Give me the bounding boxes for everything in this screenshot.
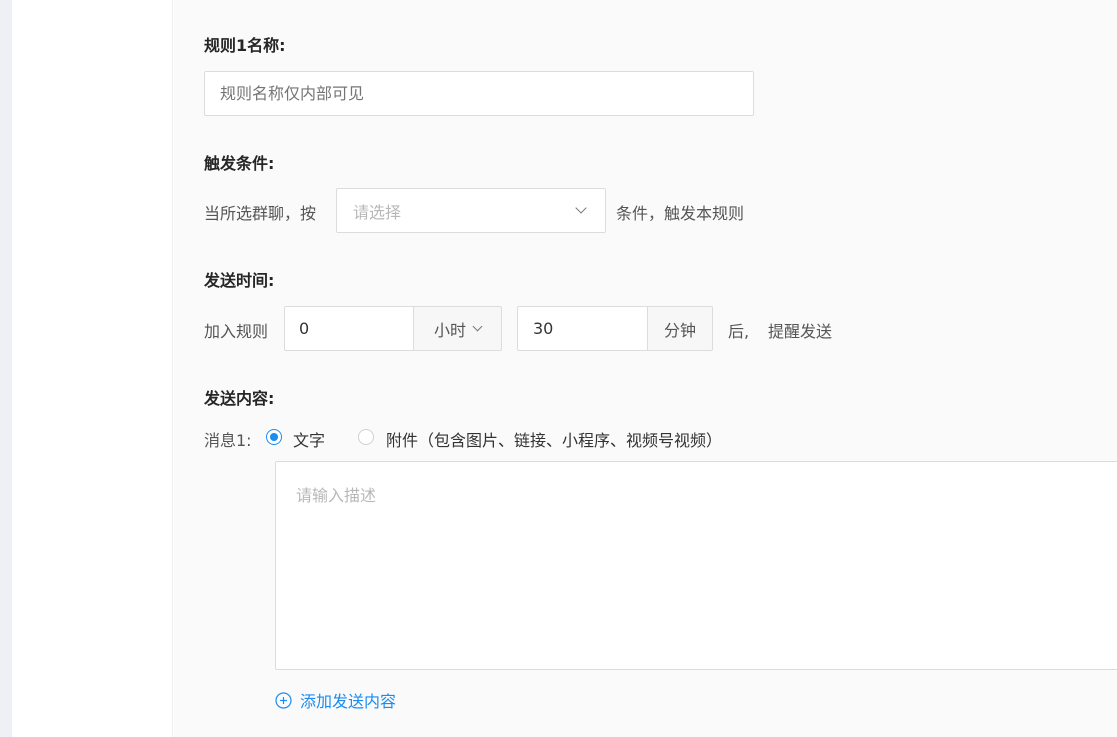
trigger-prefix: 当所选群聊，按: [204, 204, 317, 223]
hours-input[interactable]: 0: [284, 306, 414, 351]
send-time-prefix: 加入规则: [204, 322, 269, 341]
radio-attachment[interactable]: [358, 429, 374, 445]
send-time-suffix-1: 后,: [728, 322, 750, 341]
radio-attachment-label[interactable]: 附件（包含图片、链接、小程序、视频号视频）: [386, 427, 722, 451]
minutes-value: 30: [533, 319, 554, 338]
rule-name-input[interactable]: [204, 71, 754, 116]
textarea-placeholder: 请输入描述: [296, 486, 377, 505]
left-edge-strip: [0, 0, 12, 737]
add-content-label: 添加发送内容: [300, 692, 397, 711]
send-content-label: 发送内容:: [204, 389, 275, 408]
radio-text-label[interactable]: 文字: [293, 427, 325, 451]
chevron-down-icon: [575, 202, 587, 214]
add-content-button[interactable]: 添加发送内容: [275, 688, 396, 712]
send-time-suffix-2: 提醒发送: [768, 322, 833, 341]
message-textarea[interactable]: 请输入描述: [275, 461, 1117, 670]
radio-text[interactable]: [266, 429, 282, 445]
trigger-select-placeholder: 请选择: [353, 202, 402, 222]
trigger-label: 触发条件:: [204, 154, 275, 173]
minutes-input[interactable]: 30: [517, 306, 648, 351]
minutes-unit-addon: 分钟: [647, 306, 713, 351]
plus-circle-icon: [275, 691, 292, 709]
minutes-unit-label: 分钟: [663, 320, 696, 340]
message-label: 消息1:: [204, 431, 252, 450]
left-panel: [12, 0, 173, 737]
trigger-select[interactable]: 请选择: [336, 188, 606, 233]
send-time-label: 发送时间:: [204, 271, 275, 290]
trigger-suffix: 条件，触发本规则: [616, 204, 745, 223]
hours-unit-select[interactable]: 小时: [413, 306, 502, 351]
chevron-down-icon: [472, 321, 483, 332]
rule-name-label: 规则1名称:: [204, 36, 286, 55]
hours-unit-label: 小时: [433, 320, 466, 340]
hours-value: 0: [299, 319, 310, 338]
